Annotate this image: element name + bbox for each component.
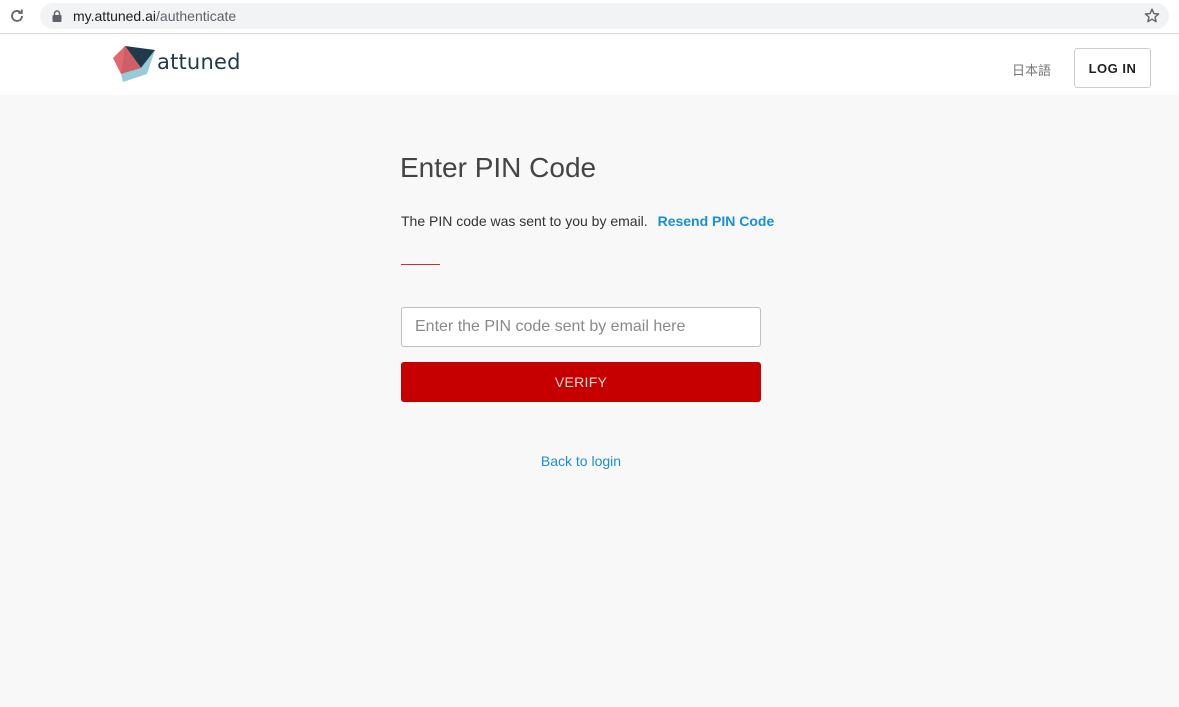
main-content: Enter PIN Code The PIN code was sent to … — [0, 95, 1179, 707]
address-bar[interactable]: my.attuned.ai/authenticate — [40, 3, 1169, 29]
url-path: /authenticate — [156, 8, 237, 24]
logo-mark-icon — [113, 46, 155, 82]
site-header: attuned 日本語 LOG IN — [0, 35, 1179, 95]
verify-button[interactable]: VERIFY — [401, 362, 761, 402]
reload-icon[interactable] — [8, 7, 26, 25]
lock-icon — [52, 10, 62, 22]
language-switch-link[interactable]: 日本語 — [1012, 60, 1051, 79]
title-divider — [401, 264, 440, 265]
browser-toolbar: my.attuned.ai/authenticate — [0, 0, 1179, 34]
star-icon[interactable] — [1144, 8, 1160, 24]
logo-text: attuned — [157, 50, 241, 74]
page-title: Enter PIN Code — [400, 152, 597, 183]
pin-sent-text: The PIN code was sent to you by email. — [401, 213, 648, 229]
logo[interactable]: attuned — [111, 44, 241, 84]
login-button[interactable]: LOG IN — [1074, 48, 1151, 88]
resend-pin-link[interactable]: Resend PIN Code — [658, 213, 775, 229]
back-to-login-link[interactable]: Back to login — [401, 453, 761, 469]
pin-info-line: The PIN code was sent to you by email. R… — [401, 213, 774, 229]
url-host: my.attuned.ai — [73, 8, 157, 24]
pin-code-input[interactable] — [401, 307, 761, 347]
url-text: my.attuned.ai/authenticate — [73, 8, 236, 24]
